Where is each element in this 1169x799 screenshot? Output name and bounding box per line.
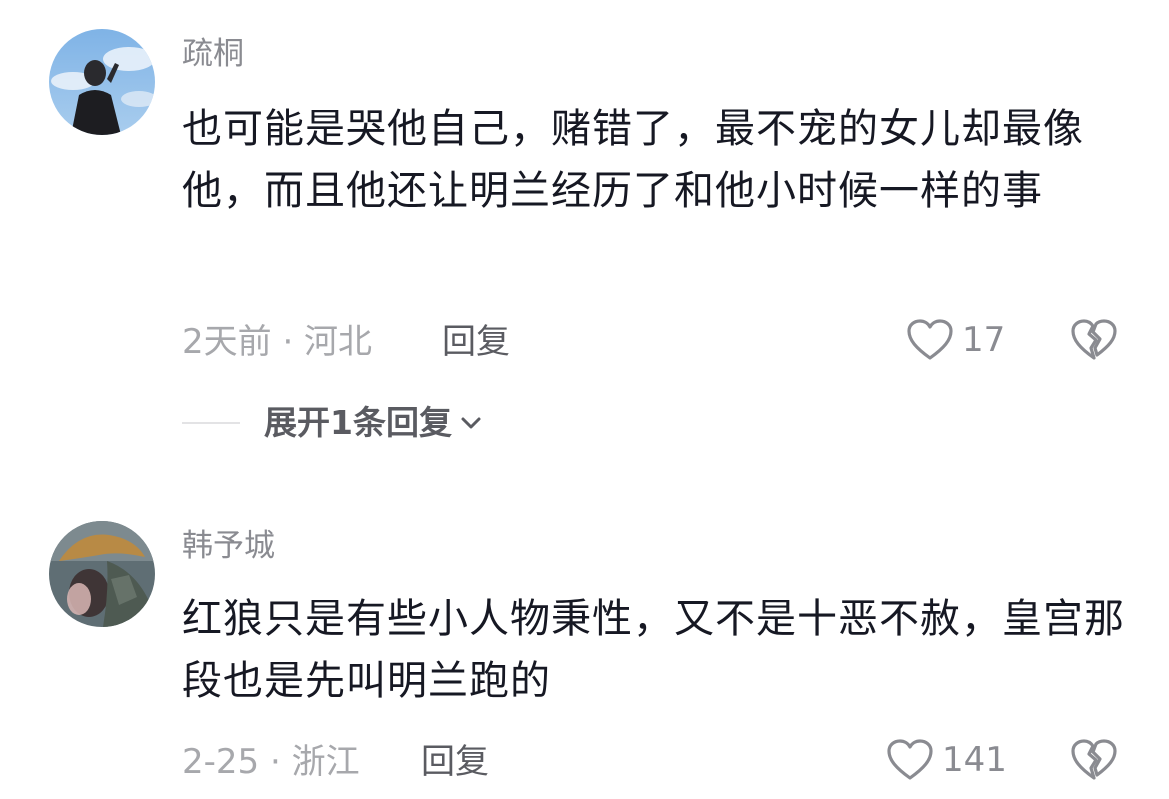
avatar-photo-icon bbox=[49, 521, 155, 627]
like-button[interactable]: 141 bbox=[886, 738, 1007, 782]
broken-heart-icon bbox=[1071, 739, 1117, 780]
reply-button[interactable]: 回复 bbox=[421, 742, 489, 782]
time-location: 2-25 · 浙江 bbox=[182, 742, 360, 782]
avatar[interactable] bbox=[49, 521, 155, 627]
dislike-button[interactable] bbox=[1070, 738, 1118, 786]
comment-item: 韩予城 红狼只是有些小人物秉性，又不是十恶不赦，皇宫那段也是先叫明兰跑的 2-2… bbox=[0, 0, 1169, 799]
username[interactable]: 韩予城 bbox=[182, 528, 275, 564]
heart-outline-icon bbox=[887, 739, 933, 780]
comment-text: 红狼只是有些小人物秉性，又不是十恶不赦，皇宫那段也是先叫明兰跑的 bbox=[182, 596, 1125, 704]
like-count: 141 bbox=[942, 740, 1007, 780]
